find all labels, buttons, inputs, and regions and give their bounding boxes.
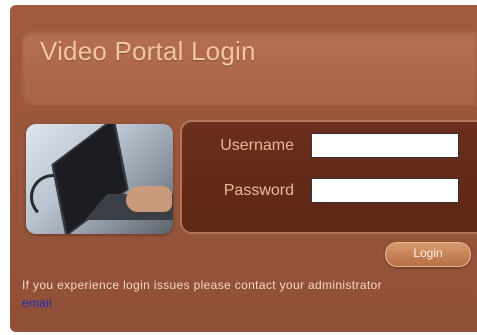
username-input[interactable] — [311, 133, 459, 158]
password-label: Password — [223, 182, 294, 199]
username-label: Username — [220, 137, 294, 154]
laptop-photo — [26, 124, 173, 234]
password-input[interactable] — [311, 178, 459, 203]
page-title: Video Portal Login — [40, 36, 256, 66]
email-link[interactable]: email — [22, 296, 52, 310]
login-button[interactable]: Login — [385, 242, 471, 267]
hand-shape — [126, 186, 172, 212]
login-help-text: If you experience login issues please co… — [22, 278, 382, 292]
